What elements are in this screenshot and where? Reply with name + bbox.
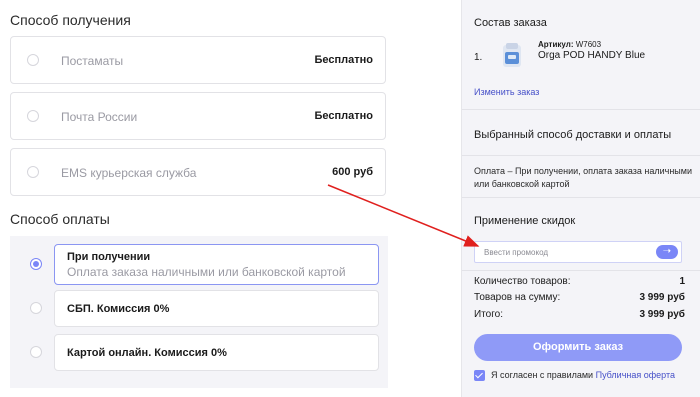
change-order-link[interactable]: Изменить заказ <box>474 87 539 97</box>
discount-title: Применение скидок <box>474 215 576 227</box>
summary-label: Итого: <box>474 309 503 320</box>
delivery-option-price: 600 руб <box>332 166 373 178</box>
chosen-method-description: Оплата – При получении, оплата заказа на… <box>474 166 692 189</box>
sku-value: W7603 <box>575 40 602 49</box>
delivery-title: Способ получения <box>10 12 131 28</box>
agree-label: Я согласен с правилами <box>491 370 594 380</box>
item-number: 1. <box>474 52 483 63</box>
order-summary-panel: Состав заказа 1. Артикул: W7603 Orga POD… <box>461 0 700 397</box>
terms-agreement-text: Я согласен с правилами Публичная оферта <box>491 370 675 380</box>
delivery-option-price: Бесплатно <box>314 54 374 66</box>
delivery-option-label: EMS курьерская служба <box>61 166 197 180</box>
delivery-option-russian-post[interactable]: Почта России Бесплатно <box>10 92 386 140</box>
delivery-option-label: Постаматы <box>61 54 124 68</box>
divider <box>462 270 700 271</box>
checkbox-checked[interactable] <box>474 370 485 381</box>
summary-value: 3 999 руб <box>639 292 685 303</box>
payment-options: При получении Оплата заказа наличными ил… <box>10 236 388 388</box>
payment-option-label: При получении <box>67 251 151 263</box>
product-sku: Артикул: W7603 <box>538 40 601 49</box>
product-name[interactable]: Orga POD HANDY Blue <box>538 50 645 61</box>
checkout-form: Способ получения Постаматы Бесплатно Поч… <box>0 0 400 397</box>
delivery-option-price: Бесплатно <box>314 110 374 122</box>
divider <box>462 109 700 110</box>
delivery-option-postamat[interactable]: Постаматы Бесплатно <box>10 36 386 84</box>
radio-button[interactable] <box>27 54 39 66</box>
apply-promo-button[interactable]: ➝ <box>656 245 678 259</box>
promo-code-field[interactable]: ➝ <box>474 241 682 263</box>
summary-value: 1 <box>679 276 685 287</box>
payment-option-on-delivery[interactable]: При получении Оплата заказа наличными ил… <box>54 244 379 285</box>
delivery-option-ems[interactable]: EMS курьерская служба 600 руб <box>10 148 386 196</box>
sku-label: Артикул: <box>538 40 574 49</box>
payment-option-sbp[interactable]: СБП. Комиссия 0% <box>54 290 379 327</box>
radio-button-checked[interactable] <box>30 258 42 270</box>
product-image[interactable] <box>500 42 524 70</box>
divider <box>462 197 700 198</box>
delivery-option-label: Почта России <box>61 110 138 124</box>
summary-value: 3 999 руб <box>639 309 685 320</box>
radio-button[interactable] <box>30 302 42 314</box>
radio-button[interactable] <box>27 166 39 178</box>
promo-code-input[interactable] <box>475 242 654 262</box>
arrow-right-icon: ➝ <box>662 246 672 257</box>
radio-button[interactable] <box>30 346 42 358</box>
summary-label: Товаров на сумму: <box>474 292 561 303</box>
payment-option-card-online[interactable]: Картой онлайн. Комиссия 0% <box>54 334 379 371</box>
payment-option-label: СБП. Комиссия 0% <box>67 303 170 315</box>
payment-option-description: Оплата заказа наличными или банковской к… <box>67 265 346 279</box>
public-offer-link[interactable]: Публичная оферта <box>596 370 675 380</box>
payment-option-label: Картой онлайн. Комиссия 0% <box>67 347 227 359</box>
summary-label: Количество товаров: <box>474 276 571 287</box>
divider <box>462 155 700 156</box>
chosen-method-title: Выбранный способ доставки и оплаты <box>474 129 672 141</box>
payment-title: Способ оплаты <box>10 211 110 227</box>
place-order-button[interactable]: Оформить заказ <box>474 334 682 361</box>
radio-button[interactable] <box>27 110 39 122</box>
order-title: Состав заказа <box>474 17 547 29</box>
